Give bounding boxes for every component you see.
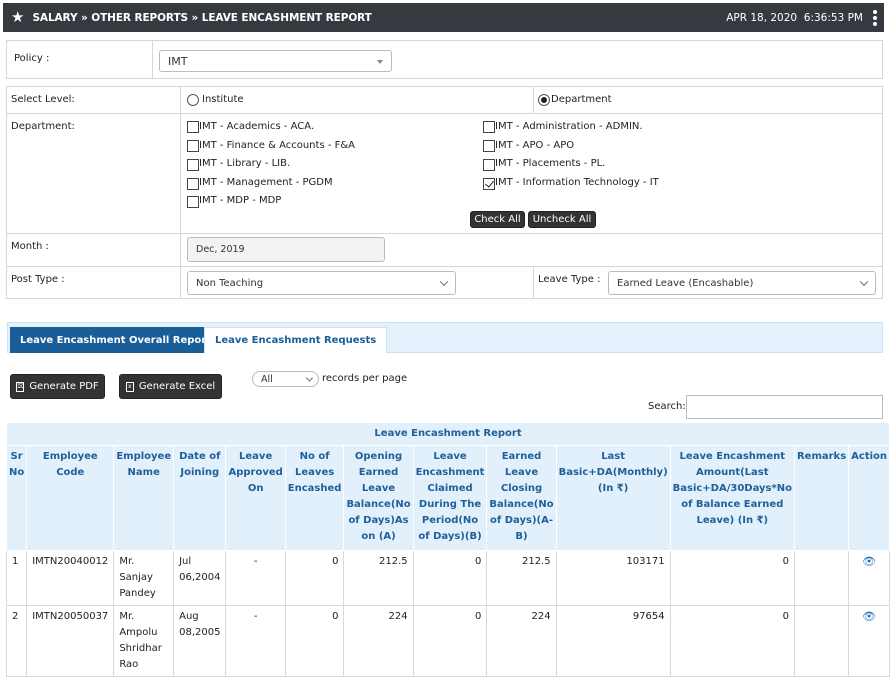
- col-header: Leave Encashment Claimed During The Peri…: [412, 445, 488, 551]
- month-field[interactable]: Dec, 2019: [187, 237, 385, 262]
- dept-checkbox-mdp[interactable]: [187, 196, 199, 208]
- dept-label-apo: IMT - APO - APO: [495, 140, 575, 151]
- star-icon[interactable]: ★: [11, 10, 24, 25]
- chevron-down-icon: [305, 374, 314, 382]
- dept-label-pl: IMT - Placements - PL.: [495, 158, 606, 169]
- policy-label: Policy :: [14, 53, 50, 64]
- chevron-down-icon: [439, 277, 449, 287]
- institute-radio-label: Institute: [202, 94, 244, 105]
- department-radio[interactable]: [538, 94, 550, 106]
- search-label: Search:: [648, 401, 686, 412]
- datetime: APR 18, 2020 6:36:53 PM: [726, 11, 863, 24]
- policy-select[interactable]: IMT: [159, 50, 392, 72]
- records-per-page-label: records per page: [322, 373, 408, 384]
- tab-overall-report[interactable]: Leave Encashment Overall Report: [10, 327, 222, 353]
- col-header: Leave Approved On: [225, 445, 286, 551]
- more-menu-icon[interactable]: [873, 9, 878, 26]
- dept-checkbox-admin[interactable]: [483, 121, 495, 133]
- table-caption: Leave Encashment Report: [5, 422, 890, 446]
- check-all-button[interactable]: Check All: [470, 211, 525, 228]
- month-label: Month :: [11, 241, 49, 252]
- col-header: Employee Name: [113, 445, 175, 551]
- col-header: Date of Joining: [173, 445, 227, 551]
- col-header: No of Leaves Encashed: [284, 445, 345, 551]
- dept-label-it: IMT - Information Technology - IT: [495, 177, 659, 188]
- col-header: Earned Leave Closing Balance(No of Days)…: [486, 445, 557, 551]
- institute-radio[interactable]: [187, 94, 199, 106]
- post-type-label: Post Type :: [11, 274, 65, 285]
- tab-encashment-requests[interactable]: Leave Encashment Requests: [204, 327, 388, 353]
- view-eye-icon[interactable]: 👁: [862, 610, 876, 623]
- leave-type-select[interactable]: Earned Leave (Encashable): [608, 271, 876, 295]
- col-header: Sr No: [5, 445, 28, 551]
- dept-label-fa: IMT - Finance & Accounts - F&A: [199, 140, 356, 151]
- uncheck-all-button[interactable]: Uncheck All: [528, 211, 596, 228]
- chevron-down-icon: [377, 60, 383, 64]
- table-row: 1 IMTN20040012 Mr. Sanjay Pandey Jul 06,…: [5, 550, 890, 606]
- dept-checkbox-apo[interactable]: [483, 140, 495, 152]
- dept-checkbox-fa[interactable]: [187, 140, 199, 152]
- post-type-select[interactable]: Non Teaching: [187, 271, 456, 295]
- records-per-page-select[interactable]: All: [252, 371, 319, 387]
- breadcrumb: SALARY » OTHER REPORTS » LEAVE ENCASHMEN…: [32, 11, 372, 24]
- department-radio-label: Department: [551, 94, 612, 105]
- view-eye-icon[interactable]: 👁: [862, 555, 876, 568]
- dept-checkbox-pgdm[interactable]: [187, 178, 199, 190]
- leave-encashment-table: Leave Encashment Report Sr No Employee C…: [5, 422, 890, 677]
- col-header: Action: [848, 445, 890, 551]
- dept-label-pgdm: IMT - Management - PGDM: [199, 177, 333, 188]
- search-input[interactable]: [686, 395, 883, 419]
- filter-panel: Select Level: Institute Department Depar…: [6, 86, 883, 299]
- dept-checkbox-lib[interactable]: [187, 159, 199, 171]
- leave-type-label: Leave Type :: [538, 274, 601, 285]
- chevron-down-icon: [859, 277, 869, 287]
- dept-checkbox-pl[interactable]: [483, 159, 495, 171]
- generate-excel-button[interactable]: x Generate Excel: [119, 374, 222, 399]
- dept-checkbox-aca[interactable]: [187, 121, 199, 133]
- col-header: Remarks: [793, 445, 850, 551]
- col-header: Leave Encashment Amount(Last Basic+DA/30…: [669, 445, 795, 551]
- dept-label-mdp: IMT - MDP - MDP: [199, 195, 282, 206]
- dept-label-lib: IMT - Library - LIB.: [199, 158, 291, 169]
- report-tabs: Leave Encashment Overall Report Leave En…: [7, 322, 883, 353]
- pdf-file-icon: ⌧: [16, 381, 25, 392]
- select-level-label: Select Level:: [11, 94, 75, 105]
- dept-label-aca: IMT - Academics - ACA.: [199, 121, 315, 132]
- col-header: Opening Earned Leave Balance(No of Days)…: [343, 445, 414, 551]
- excel-file-icon: x: [125, 381, 134, 392]
- col-header: Last Basic+DA(Monthly) (In ₹): [555, 445, 671, 551]
- table-row: 2 IMTN20050037 Mr. Ampolu Shridhar Rao A…: [5, 605, 890, 677]
- top-bar: ★ SALARY » OTHER REPORTS » LEAVE ENCASHM…: [3, 3, 884, 32]
- col-header: Employee Code: [26, 445, 115, 551]
- department-label: Department:: [11, 121, 75, 132]
- generate-pdf-button[interactable]: ⌧ Generate PDF: [10, 374, 105, 399]
- dept-checkbox-it[interactable]: [483, 178, 495, 190]
- policy-panel: Policy : IMT: [6, 40, 883, 79]
- dept-label-admin: IMT - Administration - ADMIN.: [495, 121, 643, 132]
